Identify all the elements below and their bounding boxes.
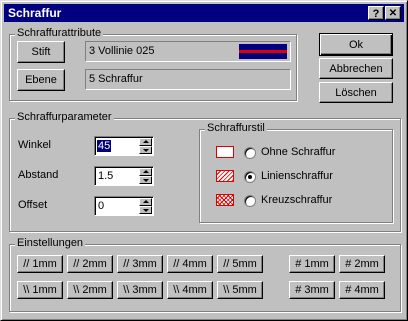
no-hatch-swatch-icon [216,146,234,158]
offset-up-arrow-icon[interactable] [139,198,152,206]
cross-hatch-swatch-icon [216,194,234,206]
option-label-linien[interactable]: Linienschraffur [261,170,333,182]
preset-diag-5mm-button[interactable]: // 5mm [217,255,263,273]
abstand-label: Abstand [18,169,59,181]
stift-value-field: 3 Vollinie 025 [85,41,291,62]
delete-button[interactable]: Löschen [319,82,393,103]
preset-backdiag-1mm-button[interactable]: \\ 1mm [17,281,63,299]
abstand-spinner[interactable]: 1.5 [94,166,154,186]
winkel-down-arrow-icon[interactable] [139,146,152,154]
help-button[interactable]: ? [368,6,384,20]
offset-spinner[interactable]: 0 [94,196,154,216]
radio-linienschraffur[interactable] [244,171,256,183]
ebene-value: 5 Schraffur [89,73,143,85]
preset-backdiag-4mm-button[interactable]: \\ 4mm [167,281,213,299]
stift-button[interactable]: Stift [17,41,65,63]
radio-kreuzschraffur[interactable] [244,195,256,207]
dialog-window: Schraffur ? ✕ Schraffurattribute Stift 3… [0,0,408,321]
line-hatch-swatch-icon [216,170,234,182]
winkel-spinner[interactable]: 45 [94,136,154,156]
attributes-group-label: Schraffurattribute [15,27,104,39]
preset-diag-2mm-button[interactable]: // 2mm [67,255,113,273]
offset-label: Offset [18,199,48,211]
preset-backdiag-3mm-button[interactable]: \\ 3mm [117,281,163,299]
line-preview [239,44,287,59]
parameters-group-label: Schraffurparameter [15,111,114,123]
preset-diag-1mm-button[interactable]: // 1mm [17,255,63,273]
preset-cross-3mm-button[interactable]: # 3mm [289,281,335,299]
window-title: Schraffur [8,6,62,20]
ebene-value-field: 5 Schraffur [85,69,291,90]
preset-cross-4mm-button[interactable]: # 4mm [339,281,385,299]
preset-cross-1mm-button[interactable]: # 1mm [289,255,335,273]
cancel-button[interactable]: Abbrechen [319,58,393,79]
abstand-up-arrow-icon[interactable] [139,168,152,176]
title-bar: Schraffur ? ✕ [4,4,404,22]
option-label-kreuz[interactable]: Kreuzschraffur [261,194,332,206]
preset-diag-4mm-button[interactable]: // 4mm [167,255,213,273]
ebene-button[interactable]: Ebene [17,69,65,91]
settings-group-label: Einstellungen [15,237,86,249]
offset-value[interactable]: 0 [98,200,104,212]
winkel-up-arrow-icon[interactable] [139,138,152,146]
stift-value: 3 Vollinie 025 [89,45,155,57]
style-group-label: Schraffurstil [205,122,267,134]
preset-backdiag-5mm-button[interactable]: \\ 5mm [217,281,263,299]
abstand-value[interactable]: 1.5 [98,170,113,182]
close-button[interactable]: ✕ [385,6,401,20]
preset-cross-2mm-button[interactable]: # 2mm [339,255,385,273]
offset-down-arrow-icon[interactable] [139,206,152,214]
winkel-label: Winkel [18,139,52,151]
ok-button[interactable]: Ok [319,33,393,56]
winkel-value[interactable]: 45 [97,140,112,152]
option-label-ohne[interactable]: Ohne Schraffur [261,146,335,158]
radio-ohne-schraffur[interactable] [244,147,256,159]
preset-diag-3mm-button[interactable]: // 3mm [117,255,163,273]
abstand-down-arrow-icon[interactable] [139,176,152,184]
preset-backdiag-2mm-button[interactable]: \\ 2mm [67,281,113,299]
